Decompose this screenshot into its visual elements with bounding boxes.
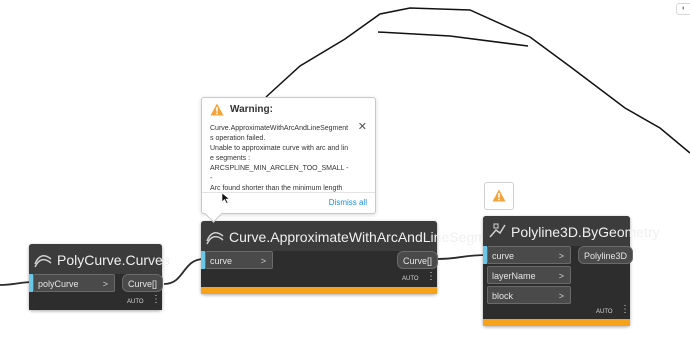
lacing-label[interactable]: AUTO <box>596 309 613 315</box>
polyline-node-icon <box>489 223 506 238</box>
chevron-right-icon[interactable]: > <box>559 267 564 285</box>
node-title: Polyline3D.ByGeometry <box>511 224 660 240</box>
lacing-label[interactable]: AUTO <box>402 276 419 282</box>
port-label: block <box>492 291 514 301</box>
more-options-icon[interactable]: ⋮ <box>426 272 436 282</box>
node-title: PolyCurve.Curves <box>57 252 170 268</box>
input-port-curve[interactable]: curve > <box>487 246 571 264</box>
wire-approximate-to-polyline <box>435 254 489 260</box>
node-header[interactable]: Polyline3D.ByGeometry <box>483 216 660 246</box>
node-approximate-with-arc-and-line-segments[interactable]: Curve.ApproximateWithArcAndLineSegments … <box>201 221 512 294</box>
warning-popup: Warning: ✕ Curve.ApproximateWithArcAndLi… <box>201 97 376 223</box>
output-port-curves[interactable]: Curve[] <box>397 251 439 269</box>
node-body: curve > Curve[] AUTO ⋮ <box>201 251 439 294</box>
node-warning-badge[interactable] <box>484 182 514 210</box>
node-polycurve-curves[interactable]: PolyCurve.Curves polyCurve > Curve[] AUT… <box>29 244 170 310</box>
output-port-polyline3d[interactable]: Polyline3D <box>578 246 634 264</box>
port-label: polyCurve <box>38 279 79 289</box>
port-label: curve <box>210 256 233 266</box>
node-body: curve > layerName > block > Polyline3D A… <box>483 246 634 326</box>
wire-curves-to-approximate <box>163 258 205 285</box>
curve-node-icon <box>34 254 52 268</box>
close-icon[interactable]: ✕ <box>358 120 367 133</box>
input-port-block[interactable]: block > <box>487 286 571 304</box>
node-title: Curve.ApproximateWithArcAndLineSegments <box>229 229 513 245</box>
node-body: polyCurve > Curve[] AUTO ⋮ <box>29 274 164 310</box>
view-toggle-icon[interactable]: ◐ <box>676 3 690 15</box>
port-label: layerName <box>492 271 536 281</box>
lacing-label[interactable]: AUTO <box>127 299 144 305</box>
warning-state-bar <box>201 287 437 294</box>
dismiss-all-link[interactable]: Dismiss all <box>329 198 367 207</box>
chevron-right-icon[interactable]: > <box>559 247 564 265</box>
warning-state-bar <box>483 319 630 326</box>
more-options-icon[interactable]: ⋮ <box>620 305 630 315</box>
input-port-curve[interactable]: curve > <box>205 251 273 269</box>
warning-message: Curve.ApproximateWithArcAndLineSegments … <box>210 125 349 192</box>
node-header[interactable]: Curve.ApproximateWithArcAndLineSegments <box>201 221 512 251</box>
node-polyline3d-by-geometry[interactable]: Polyline3D.ByGeometry curve > layerName … <box>483 216 660 326</box>
warning-icon <box>210 103 224 116</box>
node-header[interactable]: PolyCurve.Curves <box>29 244 170 274</box>
chevron-right-icon[interactable]: > <box>103 275 108 293</box>
input-port-layername[interactable]: layerName > <box>487 266 571 284</box>
input-port-polycurve[interactable]: polyCurve > <box>33 274 115 292</box>
port-label: curve <box>492 251 515 261</box>
output-port-curves[interactable]: Curve[] <box>122 274 164 292</box>
curve-node-icon <box>206 231 224 245</box>
chevron-right-icon[interactable]: > <box>261 252 266 270</box>
mouse-cursor-icon <box>221 192 231 204</box>
warning-icon <box>492 189 506 202</box>
chevron-right-icon[interactable]: > <box>559 287 564 305</box>
more-options-icon[interactable]: ⋮ <box>151 295 161 305</box>
warning-title: Warning: <box>230 104 273 115</box>
